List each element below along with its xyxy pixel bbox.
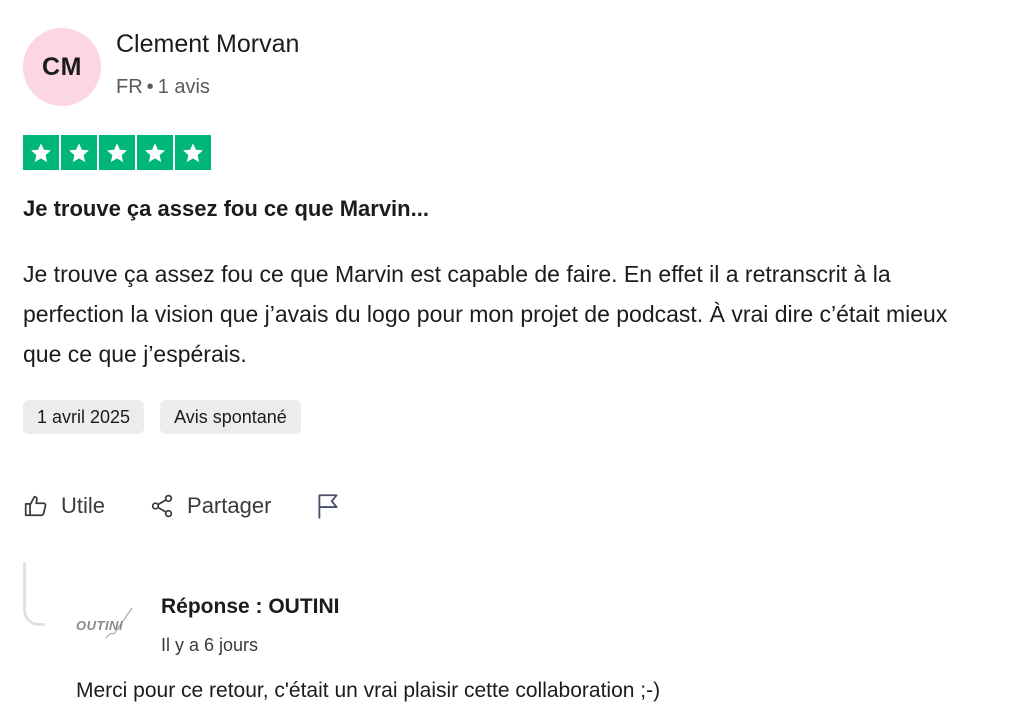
star-rating — [23, 135, 211, 170]
flag-icon — [315, 492, 341, 520]
reviewer-country: FR — [116, 76, 143, 98]
avatar-initials: CM — [42, 52, 82, 81]
reply-date: Il y a 6 jours — [161, 635, 259, 655]
star-icon — [61, 135, 97, 170]
star-icon — [175, 135, 211, 170]
review-type-tag[interactable]: Avis spontané — [160, 400, 301, 434]
reviewer-meta: FR • 1 avis — [116, 76, 210, 99]
reply-text: Merci pour ce retour, c'était un vrai pl… — [76, 679, 661, 702]
reviewer-name[interactable]: Clement Morvan — [116, 30, 299, 59]
share-icon — [149, 493, 175, 519]
thumbs-up-icon — [23, 493, 49, 519]
report-button[interactable] — [315, 492, 341, 520]
review-title: Je trouve ça assez fou ce que Marvin... — [23, 196, 429, 221]
useful-button[interactable]: Utile — [23, 493, 105, 519]
review-body: Je trouve ça assez fou ce que Marvin est… — [23, 261, 948, 367]
company-logo-text: OUTINI — [76, 618, 124, 633]
reply-connector — [23, 562, 45, 626]
star-icon — [137, 135, 173, 170]
avatar[interactable]: CM — [23, 28, 101, 106]
reviewer-review-count: 1 avis — [157, 76, 210, 98]
star-icon — [23, 135, 59, 170]
review-actions: Utile Partager — [23, 486, 341, 526]
review-date-tag: 1 avril 2025 — [23, 400, 145, 434]
reply-title: Réponse : OUTINI — [161, 595, 340, 618]
useful-label: Utile — [61, 493, 106, 518]
review-tags: 1 avril 2025 Avis spontané — [23, 400, 301, 434]
meta-separator: • — [146, 76, 154, 98]
share-button[interactable]: Partager — [149, 493, 271, 519]
company-logo: OUTINI — [74, 604, 150, 644]
star-icon — [99, 135, 135, 170]
share-label: Partager — [187, 493, 272, 518]
